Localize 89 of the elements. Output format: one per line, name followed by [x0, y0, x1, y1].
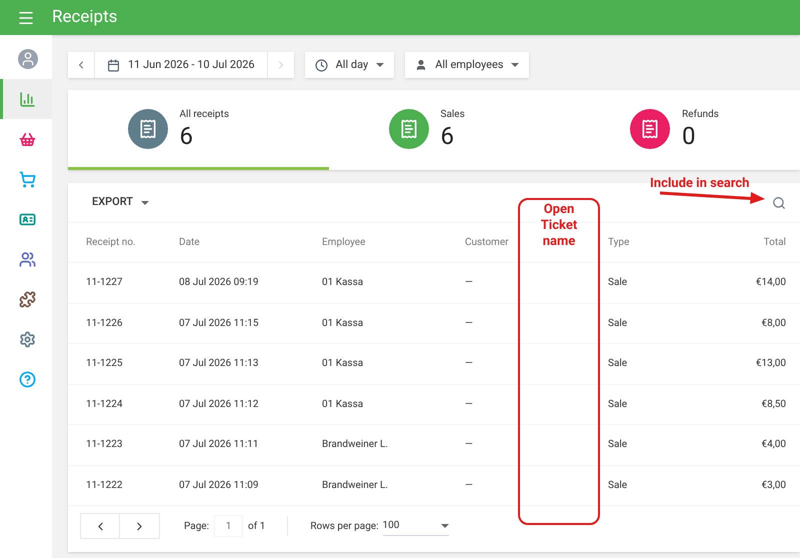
table-cell-text: 11-1222: [86, 478, 122, 493]
rows-per-page-dropdown[interactable]: 100: [382, 516, 449, 536]
summary-tab[interactable]: Sales 6: [329, 90, 590, 170]
column-header: Employee: [322, 236, 366, 250]
receipt-icon: [128, 108, 168, 148]
table-cell-text: 11-1225: [86, 357, 122, 372]
table-row[interactable]: 11-1222 07 Jul 2026 11:09 Brandweiner L. — Sale €3,00: [68, 466, 800, 506]
table-cell-text: Brandweiner L.: [322, 438, 388, 452]
cart-icon: [19, 170, 36, 188]
page-label: Page:: [184, 520, 210, 534]
table-row[interactable]: 11-1226 07 Jul 2026 11:15 01 Kassa — Sale €8,00: [68, 304, 800, 344]
people-icon: [19, 250, 36, 268]
table-cell-text: Sale: [608, 357, 628, 372]
caret-icon: [440, 524, 449, 528]
table-cell-text: 07 Jul 2026 11:09: [179, 478, 259, 493]
column-header: Receipt no.: [86, 236, 136, 250]
summary-tab[interactable]: All receipts 6: [68, 90, 329, 170]
app-title: Receipts: [52, 6, 118, 29]
caret-icon: [376, 63, 384, 67]
receipt-icon: [388, 108, 428, 148]
table-cell-text: 11-1224: [86, 398, 122, 412]
table-cell-text: 01 Kassa: [322, 357, 364, 372]
table-cell-text: Sale: [608, 438, 628, 452]
column-header: Total: [764, 236, 786, 250]
employee-dropdown[interactable]: All employees: [405, 52, 530, 78]
table-cell-text: —: [465, 398, 473, 412]
table-cell-text: Sale: [608, 478, 628, 493]
help-icon: [19, 370, 36, 388]
annotation-label: Open Ticket name: [540, 202, 578, 251]
bar-chart-icon: [19, 90, 36, 108]
summary-value: 0: [682, 122, 696, 150]
annotation-label: Include in search: [650, 175, 750, 193]
table-row[interactable]: 11-1223 07 Jul 2026 11:11 Brandweiner L. — Sale €4,00: [68, 425, 800, 466]
table-cell-text: 01 Kassa: [322, 316, 364, 331]
rows-per-page-label: Rows per page:: [310, 520, 379, 534]
table-cell-text: 07 Jul 2026 11:13: [179, 357, 259, 372]
table-cell-text: Brandweiner L.: [322, 478, 388, 493]
account-icon: [18, 49, 38, 69]
column-header: Type: [608, 236, 630, 250]
table-cell-text: €14,00: [756, 276, 786, 290]
basket-icon: [19, 130, 36, 148]
table-cell-text: —: [465, 478, 473, 493]
settings-icon: [19, 330, 36, 348]
person-icon: [415, 59, 428, 71]
time-dropdown[interactable]: All day: [304, 52, 394, 78]
table-cell-text: 11-1223: [86, 438, 122, 452]
table-cell-text: Sale: [608, 276, 628, 290]
search-button[interactable]: [772, 196, 786, 210]
date-range: 11 Jun 2026 - 10 Jul 2026: [128, 56, 255, 73]
table-cell-text: 01 Kassa: [322, 398, 364, 412]
caret-icon: [141, 200, 150, 204]
summary-label: Refunds: [682, 108, 720, 122]
table-cell-text: 07 Jul 2026 11:12: [179, 398, 259, 412]
table-cell-text: €13,00: [756, 357, 786, 372]
puzzle-icon: [19, 290, 36, 308]
page-count: of 1: [248, 520, 266, 534]
id-card-icon: [19, 210, 36, 228]
page-field[interactable]: 1: [214, 515, 244, 537]
table-row[interactable]: 11-1224 07 Jul 2026 11:12 01 Kassa — Sale €8,50: [68, 384, 800, 425]
table-cell-text: 11-1227: [86, 276, 122, 290]
table-row[interactable]: 11-1227 08 Jul 2026 09:19 01 Kassa — Sale €14,00: [68, 263, 800, 304]
calendar-icon: [107, 58, 120, 72]
table-cell-text: —: [465, 316, 473, 331]
table-cell-text: Sale: [608, 398, 628, 412]
table-cell-text: —: [465, 276, 473, 290]
column-header: Date: [179, 236, 200, 250]
table-cell-text: 01 Kassa: [322, 276, 364, 290]
summary-value: 6: [440, 122, 455, 150]
summary-tab[interactable]: Refunds 0: [590, 90, 800, 170]
table-cell-text: 08 Jul 2026 09:19: [179, 276, 259, 290]
summary-label: All receipts: [180, 108, 230, 122]
table-cell-text: —: [465, 438, 473, 452]
table-cell-text: €8,50: [762, 398, 786, 412]
table-cell-text: —: [465, 357, 473, 372]
table-cell-text: 11-1226: [86, 316, 122, 331]
receipt-icon: [630, 108, 670, 148]
summary-label: Sales: [440, 108, 466, 122]
table-cell-text: €8,00: [762, 316, 786, 331]
table-cell-text: €3,00: [762, 478, 786, 493]
table-cell-text: 07 Jul 2026 11:11: [179, 438, 259, 452]
caret-icon: [511, 63, 520, 67]
export-button[interactable]: EXPORT: [92, 194, 150, 211]
table-cell-text: 07 Jul 2026 11:15: [179, 316, 259, 331]
column-header: Customer: [465, 236, 509, 250]
table-cell-text: €4,00: [762, 438, 786, 452]
summary-value: 6: [180, 122, 194, 150]
table-row[interactable]: 11-1225 07 Jul 2026 11:13 01 Kassa — Sale €13,00: [68, 344, 800, 384]
clock-icon: [314, 58, 328, 72]
table-cell-text: Sale: [608, 316, 628, 331]
